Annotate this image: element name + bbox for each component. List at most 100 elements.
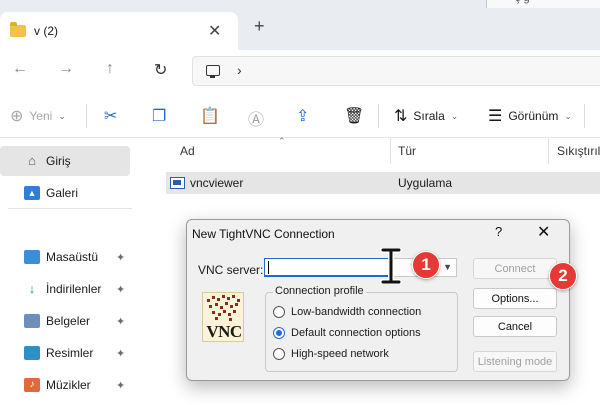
column-header-name[interactable]: Ad	[180, 138, 195, 164]
up-button[interactable]: ↑	[106, 60, 114, 78]
title-bar: v (2) ✕ + ç g	[0, 0, 600, 50]
radio-label: Low-bandwidth connection	[291, 306, 422, 318]
radio-button-selected[interactable]	[273, 327, 285, 339]
documents-icon	[24, 314, 40, 328]
gallery-icon: ▲	[24, 186, 40, 200]
file-type: Uygulama	[398, 176, 453, 190]
radio-button[interactable]	[273, 348, 285, 360]
command-bar: ⊕ Yeni ⌄ ✂ ❐ 📋 Ⓐ ⇪ 🗑 ⇅ Sırala ⌄ ☰ Görünü…	[0, 94, 600, 138]
chevron-down-icon: ⌄	[564, 110, 572, 121]
column-divider[interactable]	[390, 138, 391, 164]
download-icon: ↓	[28, 281, 36, 296]
share-button[interactable]: ⇪	[296, 106, 309, 126]
delete-button[interactable]: 🗑	[344, 106, 364, 126]
tightvnc-logo: VNC	[202, 292, 244, 342]
sidebar-item-label: Belgeler	[46, 314, 91, 328]
step-marker-1: 1	[412, 251, 440, 279]
radio-label: High-speed network	[291, 348, 389, 360]
pin-icon[interactable]: ✦	[116, 347, 125, 360]
sidebar-item-pictures[interactable]: Resimler	[0, 338, 130, 368]
sidebar-divider	[8, 208, 132, 209]
help-button[interactable]: ?	[495, 224, 502, 239]
connect-button[interactable]: Connect	[473, 258, 557, 279]
sidebar-item-label: Resimler	[46, 346, 94, 360]
sidebar-item-documents[interactable]: Belgeler	[0, 306, 130, 336]
radio-button[interactable]	[273, 306, 285, 318]
chevron-down-icon: ▼	[443, 262, 452, 272]
listening-mode-button[interactable]: Listening mode	[473, 351, 557, 372]
sidebar-item-music[interactable]: ♪ Müzikler	[0, 370, 130, 400]
cut-button[interactable]: ✂	[104, 106, 117, 126]
this-pc-icon	[206, 65, 220, 78]
toolbar-divider	[584, 104, 585, 128]
close-tab-icon[interactable]: ✕	[208, 21, 221, 41]
connection-profile-legend: Connection profile	[273, 285, 366, 297]
rename-icon: Ⓐ	[248, 112, 265, 129]
chevron-down-icon: ⌄	[58, 110, 66, 121]
navigation-bar: ← → ↑ ↻ ›	[0, 50, 600, 94]
text-caret	[268, 261, 269, 274]
new-button[interactable]: ⊕ Yeni ⌄	[10, 106, 66, 126]
default-options-radio[interactable]: Default connection options	[273, 327, 421, 339]
logo-graphic	[207, 295, 240, 321]
paste-button[interactable]: 📋	[200, 106, 220, 126]
background-window-text: ç g	[515, 0, 530, 4]
pin-icon[interactable]: ✦	[116, 251, 125, 264]
table-row[interactable]: vncviewer Uygulama	[166, 172, 600, 194]
sort-button[interactable]: ⇅ Sırala ⌄	[394, 106, 458, 126]
low-bandwidth-radio[interactable]: Low-bandwidth connection	[273, 306, 421, 318]
sidebar-item-desktop[interactable]: Masaüstü	[0, 242, 130, 272]
clipboard-icon: 📋	[200, 108, 220, 125]
pin-icon[interactable]: ✦	[116, 379, 125, 392]
file-name: vncviewer	[190, 176, 244, 190]
explorer-tab[interactable]: v (2) ✕	[0, 12, 238, 50]
vnc-server-label: VNC server:	[198, 263, 264, 277]
sidebar-item-downloads[interactable]: ↓ İndirilenler	[0, 274, 130, 304]
vnc-server-input[interactable]	[264, 258, 392, 277]
home-icon: ⌂	[28, 153, 36, 168]
tab-title: v (2)	[34, 24, 58, 38]
options-button[interactable]: Options...	[473, 288, 557, 309]
pin-icon[interactable]: ✦	[116, 283, 125, 296]
new-button-label: Yeni	[29, 109, 53, 123]
music-icon: ♪	[24, 378, 40, 392]
new-connection-dialog: New TightVNC Connection ? ✕ VNC server: …	[186, 219, 570, 381]
dialog-title: New TightVNC Connection	[192, 227, 335, 241]
desktop-icon	[24, 250, 40, 264]
navigation-pane: ⌂ Giriş ▲ Galeri Masaüstü ✦ ↓ İndirilenl…	[0, 138, 138, 405]
pin-icon[interactable]: ✦	[116, 315, 125, 328]
scissors-icon: ✂	[104, 108, 118, 125]
sidebar-item-label: Galeri	[46, 186, 79, 200]
sort-button-label: Sırala	[413, 109, 445, 123]
column-header-type[interactable]: Tür	[398, 138, 416, 164]
breadcrumb-chevron-icon[interactable]: ›	[237, 62, 242, 78]
trash-icon: 🗑	[344, 108, 365, 125]
copy-button[interactable]: ❐	[152, 106, 166, 126]
address-bar[interactable]: ›	[192, 56, 600, 86]
high-speed-radio[interactable]: High-speed network	[273, 348, 389, 360]
close-dialog-button[interactable]: ✕	[537, 222, 550, 242]
forward-button[interactable]: →	[58, 60, 74, 78]
toolbar-divider	[86, 104, 87, 128]
refresh-button[interactable]: ↻	[154, 60, 167, 80]
sort-indicator-icon: ⌃	[278, 136, 286, 146]
new-tab-button[interactable]: +	[254, 16, 265, 37]
back-button[interactable]: ←	[12, 60, 28, 78]
sort-icon: ⇅	[394, 108, 408, 125]
column-header-compressed[interactable]: Sıkıştırılı	[557, 138, 600, 164]
sidebar-item-home[interactable]: ⌂ Giriş	[0, 146, 130, 176]
cancel-button[interactable]: Cancel	[473, 316, 557, 337]
background-window-fragment: ç g	[486, 0, 600, 8]
view-button[interactable]: ☰ Görünüm ⌄	[488, 106, 572, 126]
view-button-label: Görünüm	[508, 109, 559, 123]
rename-button[interactable]: Ⓐ	[248, 106, 264, 130]
sidebar-item-gallery[interactable]: ▲ Galeri	[0, 178, 130, 208]
logo-text: VNC	[206, 322, 242, 341]
toolbar-divider	[378, 104, 379, 128]
view-lines-icon: ☰	[488, 108, 503, 125]
pictures-icon	[24, 346, 40, 360]
plus-circle-icon: ⊕	[10, 108, 24, 125]
column-divider[interactable]	[548, 138, 549, 164]
radio-label: Default connection options	[291, 327, 421, 339]
copy-icon: ❐	[152, 108, 167, 125]
